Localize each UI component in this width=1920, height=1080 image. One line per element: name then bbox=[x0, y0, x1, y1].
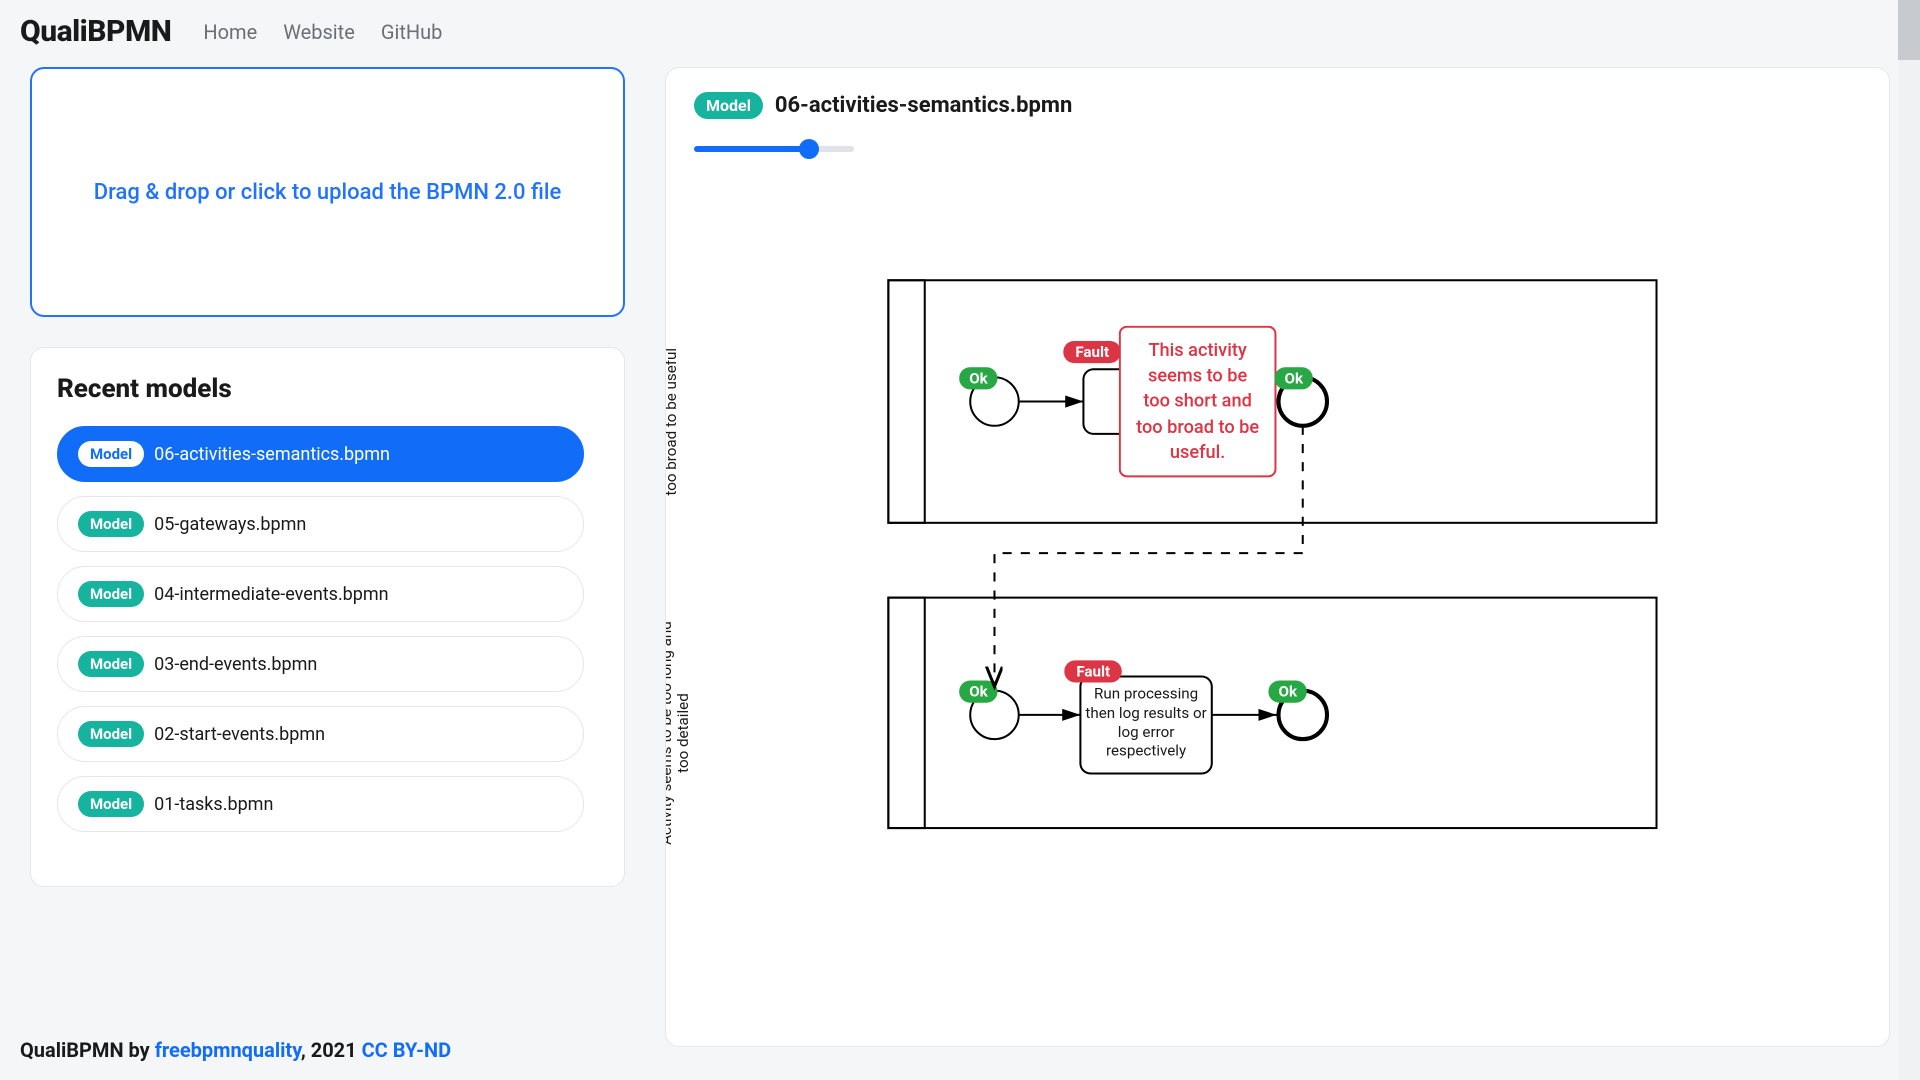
model-badge: Model bbox=[78, 441, 144, 467]
ok-pill: Ok bbox=[959, 681, 998, 703]
model-name: 06-activities-semantics.bpmn bbox=[154, 444, 390, 465]
bpmn-canvas[interactable]: Activity seems to be too short and too b… bbox=[666, 68, 1889, 1059]
recent-item-1[interactable]: Model 05-gateways.bpmn bbox=[57, 496, 584, 552]
navbar: QualiBPMN Home Website GitHub bbox=[0, 0, 1920, 67]
lane1-title: Activity seems to be too short and too b… bbox=[666, 300, 681, 543]
footer-prefix: QualiBPMN by bbox=[20, 1038, 155, 1062]
ok-pill: Ok bbox=[1268, 681, 1307, 703]
model-badge: Model bbox=[78, 511, 144, 537]
nav-github[interactable]: GitHub bbox=[381, 20, 443, 44]
recent-item-2[interactable]: Model 04-intermediate-events.bpmn bbox=[57, 566, 584, 622]
model-name: 01-tasks.bpmn bbox=[154, 794, 273, 815]
dropzone-text: Drag & drop or click to upload the BPMN … bbox=[94, 180, 562, 205]
fault-message: This activity seems to be too short and … bbox=[1119, 326, 1277, 478]
task-2-label: Run processing then log results or log e… bbox=[1084, 685, 1207, 761]
fault-pill: Fault bbox=[1063, 341, 1121, 363]
nav-website[interactable]: Website bbox=[283, 20, 355, 44]
brand: QualiBPMN bbox=[20, 14, 171, 49]
nav-links: Home Website GitHub bbox=[203, 20, 442, 44]
upload-dropzone[interactable]: Drag & drop or click to upload the BPMN … bbox=[30, 67, 625, 317]
diagram-panel: Model 06-activities-semantics.bpmn Ac bbox=[665, 67, 1890, 1047]
model-name: 02-start-events.bpmn bbox=[154, 724, 325, 745]
recent-panel: Recent models Model 06-activities-semant… bbox=[30, 347, 625, 887]
lane-1: Activity seems to be too short and too b… bbox=[666, 280, 1657, 543]
footer: QualiBPMN by freebpmnquality, 2021 CC BY… bbox=[0, 1020, 1920, 1080]
ok-pill: Ok bbox=[1274, 367, 1313, 389]
scrollbar-thumb[interactable] bbox=[1898, 0, 1920, 60]
lane2-title: Activity seems to be too long and too de… bbox=[666, 618, 693, 848]
model-name: 04-intermediate-events.bpmn bbox=[154, 584, 389, 605]
model-badge: Model bbox=[78, 721, 144, 747]
recent-item-5[interactable]: Model 01-tasks.bpmn bbox=[57, 776, 584, 832]
fault-pill: Fault bbox=[1064, 660, 1122, 682]
model-badge: Model bbox=[78, 791, 144, 817]
page-scrollbar[interactable] bbox=[1898, 0, 1920, 1080]
recent-title: Recent models bbox=[57, 374, 598, 404]
recent-list[interactable]: Model 06-activities-semantics.bpmn Model… bbox=[57, 426, 598, 860]
footer-license-link[interactable]: CC BY-ND bbox=[362, 1038, 452, 1062]
model-name: 03-end-events.bpmn bbox=[154, 654, 317, 675]
recent-item-4[interactable]: Model 02-start-events.bpmn bbox=[57, 706, 584, 762]
ok-pill: Ok bbox=[959, 367, 998, 389]
model-badge: Model bbox=[78, 581, 144, 607]
footer-author-link[interactable]: freebpmnquality bbox=[155, 1038, 301, 1062]
nav-home[interactable]: Home bbox=[203, 20, 257, 44]
model-badge: Model bbox=[78, 651, 144, 677]
recent-item-3[interactable]: Model 03-end-events.bpmn bbox=[57, 636, 584, 692]
footer-mid: , 2021 bbox=[301, 1038, 362, 1062]
lane-2: Activity seems to be too long and too de… bbox=[666, 598, 1657, 849]
model-name: 05-gateways.bpmn bbox=[154, 514, 306, 535]
recent-item-0[interactable]: Model 06-activities-semantics.bpmn bbox=[57, 426, 584, 482]
